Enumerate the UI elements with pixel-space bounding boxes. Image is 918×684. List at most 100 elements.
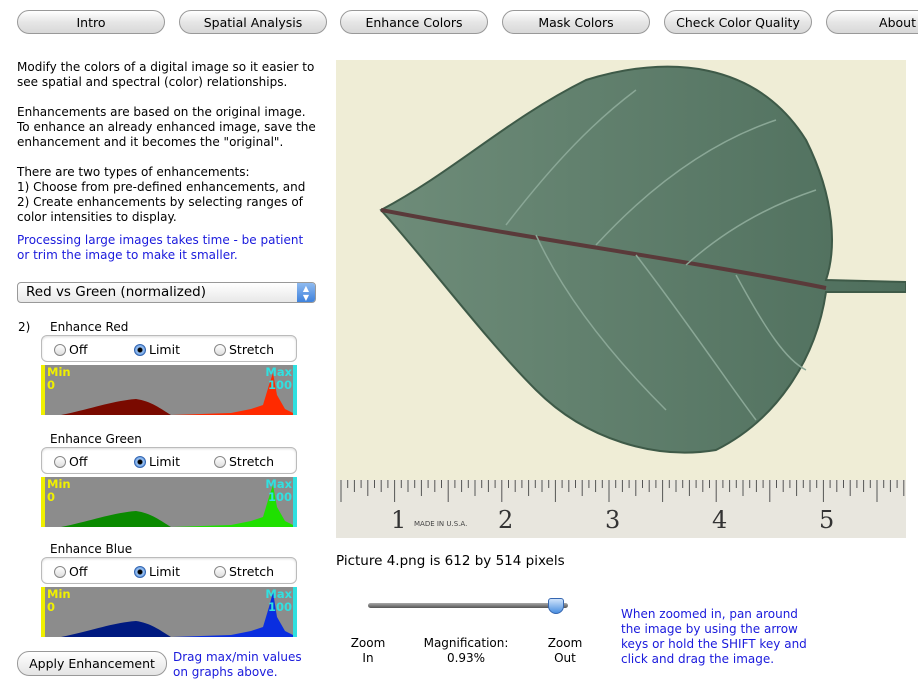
max-value: 100 xyxy=(267,378,292,392)
enhance-green-label: Enhance Green xyxy=(50,432,142,446)
histogram-blue[interactable]: Min 0 Max 100 xyxy=(41,587,297,637)
radio-button-icon xyxy=(214,343,226,356)
ruler-number: 2 xyxy=(498,506,513,534)
histogram-red-graph xyxy=(41,365,297,415)
radio-green-stretch[interactable]: Stretch xyxy=(214,454,274,469)
min-marker xyxy=(41,587,45,637)
tab-intro[interactable]: Intro xyxy=(17,10,165,34)
max-handle[interactable]: Max 100 xyxy=(265,588,292,614)
min-marker xyxy=(41,365,45,415)
updown-arrows-icon: ▲ ▼ xyxy=(297,283,315,302)
histogram-red-low-hump xyxy=(61,399,171,415)
enhance-blue-label: Enhance Blue xyxy=(50,542,133,556)
step-label: 2) xyxy=(18,320,31,334)
zoom-hint: When zoomed in, pan around the image by … xyxy=(621,607,807,666)
radio-button-icon xyxy=(54,455,66,468)
enhance-red-mode: Off Limit Stretch xyxy=(41,335,297,362)
max-marker xyxy=(293,477,297,527)
radio-label: Limit xyxy=(149,342,180,357)
radio-blue-stretch[interactable]: Stretch xyxy=(214,564,274,579)
tab-check-color-quality[interactable]: Check Color Quality xyxy=(664,10,812,34)
radio-label: Stretch xyxy=(229,342,275,357)
radio-label: Off xyxy=(69,454,88,469)
histogram-blue-graph xyxy=(41,587,297,637)
zoom-slider-thumb[interactable] xyxy=(548,598,564,614)
radio-button-icon xyxy=(134,343,146,356)
min-value: 0 xyxy=(47,378,56,392)
radio-label: Stretch xyxy=(229,564,275,579)
leaf-image: 1 2 3 4 5 MADE IN U.S.A. xyxy=(336,65,906,538)
drag-hint: Drag max/min values on graphs above. xyxy=(173,650,302,679)
ruler-number: 5 xyxy=(819,506,834,534)
tab-enhance-colors[interactable]: Enhance Colors xyxy=(340,10,488,34)
min-value: 0 xyxy=(47,490,56,504)
ruler-brand: MADE IN U.S.A. xyxy=(414,520,467,528)
zoom-in-label: Zoom In xyxy=(350,636,386,665)
enhancement-note: Enhancements are based on the original i… xyxy=(17,105,316,149)
max-handle[interactable]: Max 100 xyxy=(265,478,292,504)
types-heading: There are two types of enhancements: xyxy=(17,165,250,179)
image-canvas[interactable]: 1 2 3 4 5 MADE IN U.S.A. xyxy=(336,60,906,538)
radio-label: Off xyxy=(69,564,88,579)
min-label: Min xyxy=(47,365,71,379)
radio-red-stretch[interactable]: Stretch xyxy=(214,342,274,357)
histogram-blue-low-hump xyxy=(61,621,171,637)
type-2: 2) Create enhancements by selecting rang… xyxy=(17,195,303,224)
ruler-number: 4 xyxy=(712,506,727,534)
radio-button-icon xyxy=(134,455,146,468)
radio-blue-off[interactable]: Off xyxy=(54,564,87,579)
max-handle[interactable]: Max 100 xyxy=(265,366,292,392)
intro-text: Modify the colors of a digital image so … xyxy=(17,60,315,89)
max-marker xyxy=(293,587,297,637)
histogram-green[interactable]: Min 0 Max 100 xyxy=(41,477,297,527)
enhance-green-mode: Off Limit Stretch xyxy=(41,447,297,474)
radio-button-icon xyxy=(214,565,226,578)
preset-selected: Red vs Green (normalized) xyxy=(26,284,206,300)
radio-button-icon xyxy=(54,565,66,578)
radio-button-icon xyxy=(214,455,226,468)
apply-enhancement-button[interactable]: Apply Enhancement xyxy=(17,651,167,676)
processing-note: Processing large images takes time - be … xyxy=(17,233,304,262)
min-marker xyxy=(41,477,45,527)
magnification-label: Magnification: 0.93% xyxy=(416,636,516,666)
min-label: Min xyxy=(47,587,71,601)
histogram-red[interactable]: Min 0 Max 100 xyxy=(41,365,297,415)
max-label: Max xyxy=(265,365,292,379)
min-handle[interactable]: Min 0 xyxy=(47,478,71,504)
radio-button-icon xyxy=(54,343,66,356)
min-handle[interactable]: Min 0 xyxy=(47,366,71,392)
image-caption: Picture 4.png is 612 by 514 pixels xyxy=(336,553,565,569)
max-value: 100 xyxy=(267,490,292,504)
histogram-green-graph xyxy=(41,477,297,527)
ruler-number: 3 xyxy=(605,506,620,534)
magnification-caption: Magnification: xyxy=(423,636,509,650)
radio-label: Off xyxy=(69,342,88,357)
min-label: Min xyxy=(47,477,71,491)
magnification-value: 0.93% xyxy=(446,651,486,665)
tab-mask-colors[interactable]: Mask Colors xyxy=(502,10,650,34)
enhance-red-label: Enhance Red xyxy=(50,320,129,334)
enhance-blue-mode: Off Limit Stretch xyxy=(41,557,297,584)
tab-spatial-analysis[interactable]: Spatial Analysis xyxy=(179,10,327,34)
radio-label: Limit xyxy=(149,454,180,469)
max-marker xyxy=(293,365,297,415)
histogram-green-low-hump xyxy=(61,511,171,527)
preset-enhancement-select[interactable]: Red vs Green (normalized) ▲ ▼ xyxy=(17,282,316,303)
radio-red-off[interactable]: Off xyxy=(54,342,87,357)
radio-green-off[interactable]: Off xyxy=(54,454,87,469)
zoom-slider[interactable] xyxy=(368,598,568,614)
radio-red-limit[interactable]: Limit xyxy=(134,342,180,357)
radio-blue-limit[interactable]: Limit xyxy=(134,564,180,579)
zoom-out-label: Zoom Out xyxy=(547,636,583,665)
tab-about[interactable]: About xyxy=(826,10,918,34)
min-handle[interactable]: Min 0 xyxy=(47,588,71,614)
radio-green-limit[interactable]: Limit xyxy=(134,454,180,469)
radio-label: Limit xyxy=(149,564,180,579)
ruler-number: 1 xyxy=(391,506,406,534)
max-label: Max xyxy=(265,477,292,491)
min-value: 0 xyxy=(47,600,56,614)
type-1: 1) Choose from pre-defined enhancements,… xyxy=(17,180,306,194)
radio-label: Stretch xyxy=(229,454,275,469)
radio-button-icon xyxy=(134,565,146,578)
max-label: Max xyxy=(265,587,292,601)
